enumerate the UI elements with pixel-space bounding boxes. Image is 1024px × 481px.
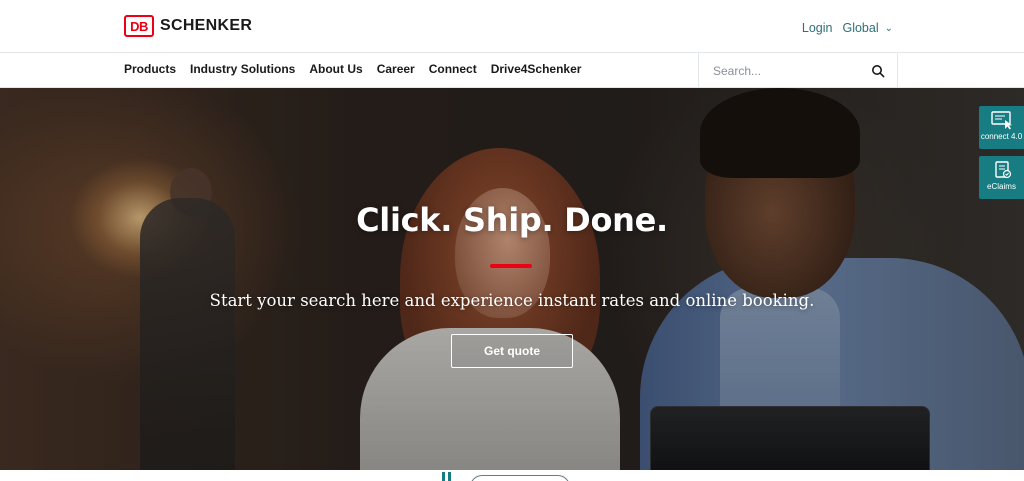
search-input[interactable] (713, 63, 871, 78)
brand-name: SCHENKER (160, 17, 253, 34)
nav-item-connect[interactable]: Connect (429, 62, 477, 76)
hero-title: Click. Ship. Done. (356, 201, 668, 239)
nav-item-industry-solutions[interactable]: Industry Solutions (190, 62, 295, 76)
claims-document-icon (994, 161, 1011, 179)
eclaims-widget-label: eClaims (987, 182, 1016, 191)
get-quote-button[interactable]: Get quote (451, 334, 573, 368)
main-navigation: Products Industry Solutions About Us Car… (0, 53, 1024, 88)
hero-red-divider (490, 264, 532, 268)
db-logo-mark: DB (124, 15, 154, 37)
nav-item-career[interactable]: Career (377, 62, 415, 76)
nav-item-drive4schenker[interactable]: Drive4Schenker (491, 62, 582, 76)
header-utility-links: Login Global ⌄ (802, 21, 893, 35)
hero-overlay (0, 88, 1024, 470)
top-header: DB SCHENKER Login Global ⌄ (0, 0, 1024, 53)
eclaims-widget-button[interactable]: eClaims (979, 156, 1024, 199)
connect-widget-label: connect 4.0 (980, 132, 1023, 141)
hero-subtitle: Start your search here and experience in… (209, 291, 815, 310)
nav-item-products[interactable]: Products (124, 62, 176, 76)
db-schenker-logo[interactable]: DB SCHENKER (124, 15, 252, 37)
hero-banner: Click. Ship. Done. Start your search her… (0, 88, 1024, 470)
search-box (698, 53, 898, 88)
nav-item-about-us[interactable]: About Us (309, 62, 362, 76)
region-selector[interactable]: Global ⌄ (842, 21, 893, 35)
nav-menu: Products Industry Solutions About Us Car… (124, 62, 581, 76)
computer-cursor-icon (990, 111, 1012, 130)
login-link[interactable]: Login (802, 21, 833, 35)
search-icon[interactable] (871, 64, 885, 78)
section-arc-graphic (470, 475, 570, 481)
connect-widget-button[interactable]: connect 4.0 (979, 106, 1024, 149)
section-icon (442, 472, 452, 481)
region-label: Global (842, 21, 879, 35)
chevron-down-icon: ⌄ (884, 23, 893, 34)
